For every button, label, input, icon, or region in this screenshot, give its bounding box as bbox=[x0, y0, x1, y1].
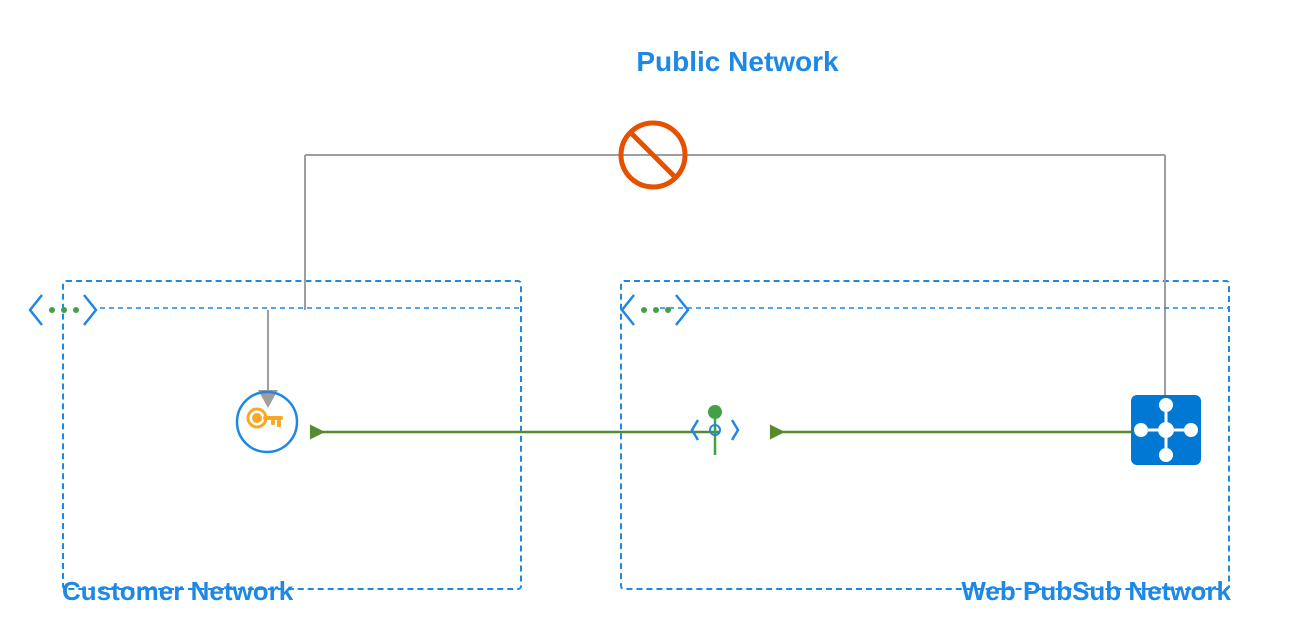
blocked-icon bbox=[618, 120, 688, 190]
public-network-label: Public Network bbox=[619, 46, 856, 78]
network-node-icon bbox=[690, 405, 740, 465]
mid-connector-icon bbox=[614, 290, 694, 330]
diagram-container: Public Network Customer Network Web PubS… bbox=[0, 0, 1291, 641]
web-pubsub-icon bbox=[1131, 395, 1201, 465]
key-icon bbox=[235, 390, 299, 454]
left-connector-icon bbox=[22, 290, 102, 330]
